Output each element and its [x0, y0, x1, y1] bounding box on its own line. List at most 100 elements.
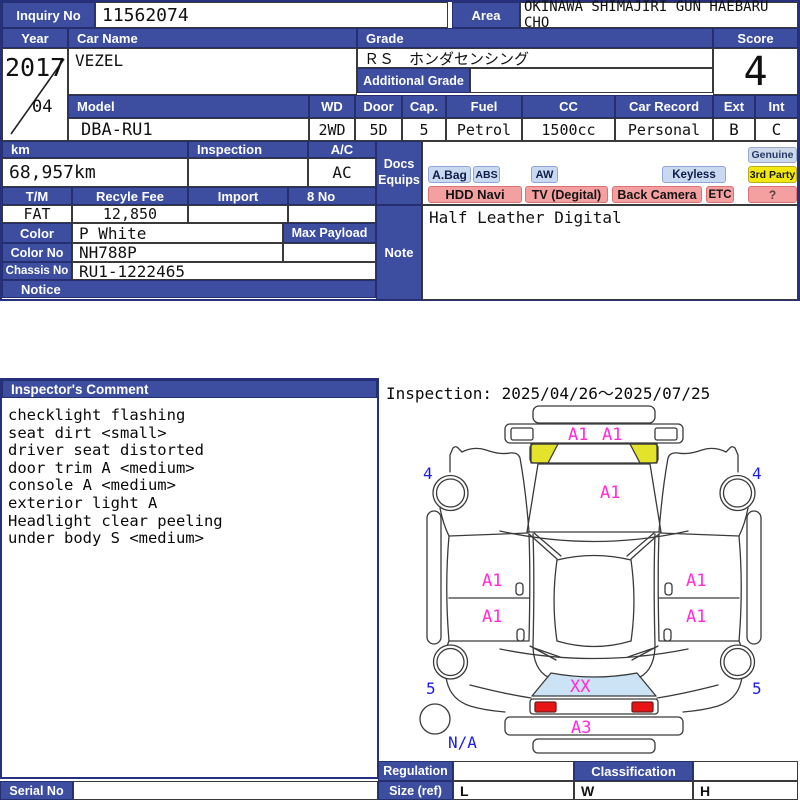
- windshield: [526, 463, 662, 533]
- model-value: DBA-RU1: [68, 118, 309, 141]
- mark-rear-door-right: A1: [686, 607, 706, 627]
- mark-spare-tire: N/A: [448, 733, 477, 752]
- door-value: 5D: [355, 118, 402, 141]
- comment-line: checklight flashing: [8, 406, 186, 424]
- mark-rear-door-left: A1: [482, 607, 502, 627]
- rear-glass: [531, 672, 657, 697]
- cc-label: CC: [522, 95, 615, 118]
- comment-line: console A <medium>: [8, 476, 176, 495]
- cap-label: Cap.: [402, 95, 446, 118]
- car-damage-diagram: A1 A1 A1 A1 A1 A1 A1 XX A3 4 4 5 5 N/A: [419, 405, 762, 754]
- notice-label: Notice: [2, 280, 376, 298]
- ac-value: AC: [308, 158, 376, 187]
- car-name-label: Car Name: [68, 28, 357, 48]
- comment-line: driver seat distorted: [8, 441, 204, 460]
- tm-label: T/M: [2, 187, 72, 205]
- note-value: Half Leather Digital: [422, 205, 798, 300]
- tm-value: FAT: [2, 205, 72, 223]
- comment-line: under body S <medium>: [8, 529, 204, 548]
- import-label: Import: [188, 187, 288, 205]
- inspector-comment-title: Inspector's Comment: [2, 380, 377, 398]
- auction-sheet: Inquiry No 11562074 Area OKINAWA SHIMAJI…: [0, 0, 800, 800]
- mark-rear-glass: XX: [570, 677, 591, 697]
- inspection-label: Inspection: [188, 141, 308, 158]
- color-no-label: Color No: [2, 243, 72, 262]
- additional-grade-label: Additional Grade: [357, 68, 470, 93]
- ac-label: A/C: [308, 141, 376, 158]
- size-h-cell: H: [693, 781, 798, 800]
- mark-front-bumper-left: A1: [568, 425, 588, 445]
- eight-no-value: [288, 205, 376, 223]
- hood-mark-left: [530, 443, 559, 464]
- score-value: 4: [713, 48, 798, 95]
- tail-lamp-right: [631, 701, 654, 713]
- roof-panel-top: [532, 405, 656, 424]
- inquiry-no-value: 11562074: [95, 2, 448, 28]
- badge-abs: ABS: [473, 166, 500, 183]
- door-label: Door: [355, 95, 402, 118]
- rear-under-panel: [532, 738, 656, 754]
- mark-rear-wheel-left: 5: [426, 679, 436, 698]
- fuel-label: Fuel: [446, 95, 522, 118]
- badge-genuine: Genuine: [748, 147, 797, 163]
- max-payload-value: [283, 243, 376, 262]
- badge-etc: ETC: [706, 186, 734, 203]
- size-ref-label: Size (ref): [378, 781, 453, 800]
- cc-value: 1500cc: [522, 118, 615, 141]
- inspection-value: [188, 158, 308, 187]
- tail-lamp-left: [534, 701, 557, 713]
- eight-no-label: 8 No: [288, 187, 376, 205]
- km-value: 68,957km: [2, 158, 188, 187]
- badge-3rd-party: 3rd Party: [748, 166, 797, 183]
- mark-front-wheel-right: 4: [752, 464, 762, 483]
- door-handle-rear: [516, 628, 525, 642]
- int-label: Int: [755, 95, 798, 118]
- badge-aw: AW: [531, 166, 558, 183]
- ext-value: B: [713, 118, 755, 141]
- comment-line: door trim A <medium>: [8, 458, 195, 477]
- badge-back-camera: Back Camera: [612, 186, 702, 203]
- int-value: C: [755, 118, 798, 141]
- additional-grade-value: [470, 68, 713, 93]
- car-record-value: Personal: [615, 118, 713, 141]
- year-label: Year: [2, 28, 68, 48]
- recycle-fee-label: Recyle Fee: [72, 187, 188, 205]
- cap-value: 5: [402, 118, 446, 141]
- mark-rear-bumper: A3: [571, 718, 591, 738]
- door-handle-front: [515, 582, 524, 596]
- year-value: 2017: [5, 53, 66, 82]
- fuel-value: Petrol: [446, 118, 522, 141]
- comment-line: seat dirt <small>: [8, 423, 167, 442]
- size-l-cell: L: [453, 781, 574, 800]
- chassis-no-label: Chassis No: [2, 262, 72, 280]
- headlight-right: [654, 427, 678, 441]
- serial-no-value: [73, 781, 378, 800]
- comment-line: Headlight clear peeling: [8, 511, 223, 530]
- chassis-no-value: RU1-1222465: [72, 262, 376, 281]
- area-label: Area: [452, 2, 520, 28]
- note-label: Note: [376, 205, 422, 300]
- month-value: 04: [32, 97, 53, 117]
- mark-front-door-left: A1: [482, 571, 502, 591]
- color-value: P White: [72, 223, 283, 243]
- mark-windshield: A1: [600, 483, 620, 503]
- classification-label: Classification: [574, 761, 693, 781]
- area-value: OKINAWA SHIMAJIRI GUN HAEBARU CHO: [520, 0, 798, 31]
- grade-label: Grade: [357, 28, 713, 48]
- regulation-value: [453, 761, 574, 781]
- size-w-cell: W: [574, 781, 693, 800]
- score-label: Score: [713, 28, 798, 48]
- wd-label: WD: [309, 95, 355, 118]
- mark-front-wheel-left: 4: [423, 464, 433, 483]
- color-label: Color: [2, 223, 72, 243]
- badge-airbag: A.Bag: [428, 166, 471, 183]
- rear-bumper-bar: [504, 716, 684, 736]
- rear-wheel: [432, 644, 469, 680]
- recycle-fee-value: 12,850: [72, 205, 188, 223]
- inspector-comment-lines: checklight flashing seat dirt <small> dr…: [8, 406, 372, 547]
- hood-mark-right: [629, 443, 658, 464]
- car-record-label: Car Record: [615, 95, 713, 118]
- spare-tire: [419, 703, 451, 735]
- mark-rear-wheel-right: 5: [752, 679, 762, 698]
- equips-label: Equips: [378, 173, 420, 187]
